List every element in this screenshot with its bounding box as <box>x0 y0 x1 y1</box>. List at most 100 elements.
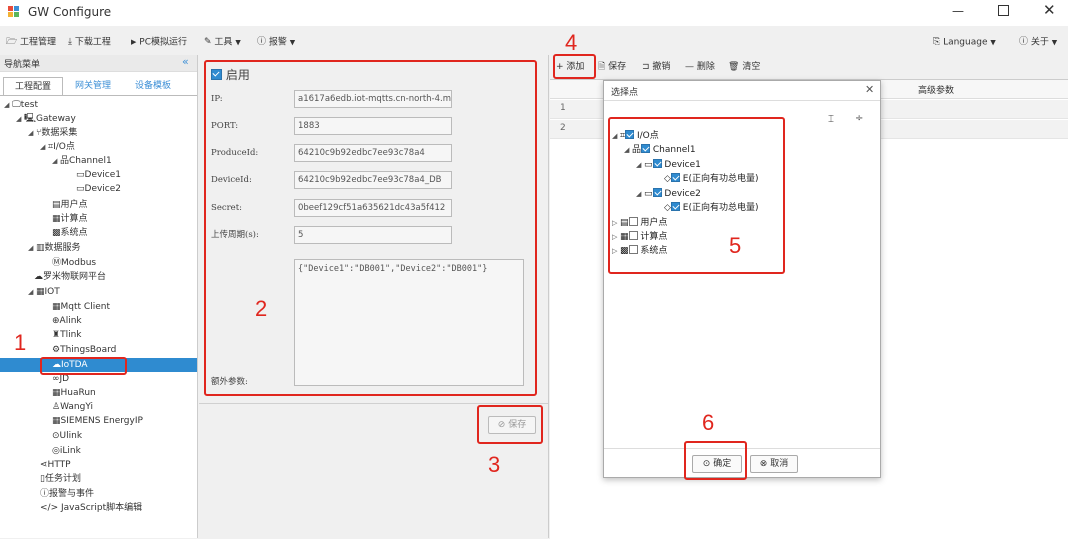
annotation-box-save <box>477 405 543 444</box>
tree-node-tlink[interactable]: ♜Tlink <box>52 328 82 342</box>
tab-device-template[interactable]: 设备模板 <box>123 77 183 95</box>
annotation-box-confirm <box>684 441 747 480</box>
tree-node-siemens[interactable]: ▦SIEMENS EnergyIP <box>52 414 143 428</box>
tree-node-http[interactable]: ⋖HTTP <box>40 458 71 472</box>
nav-panel: 导航菜单 « 工程配置 网关管理 设备模板 ◢ 🖵test ◢ 🖳Gateway ◢… <box>0 55 198 538</box>
grid-icon: ▤ <box>52 200 61 210</box>
nav-title: 导航菜单 <box>4 60 41 70</box>
annotation-number-3: 3 <box>488 452 501 477</box>
expand-icon[interactable]: ◢ <box>52 154 60 168</box>
annotation-box-add <box>553 54 596 79</box>
collapse-icon[interactable]: « <box>182 55 189 68</box>
service-icon: ▥ <box>36 243 45 253</box>
expand-icon[interactable]: ◢ <box>28 285 36 299</box>
code-icon: </> <box>40 503 59 513</box>
annotation-number-6: 6 <box>702 410 715 435</box>
menu-alarm[interactable]: ⓘ 报警 ▼ <box>257 35 295 49</box>
chevron-down-icon: ▼ <box>235 38 241 47</box>
chevron-down-icon: ▼ <box>289 38 296 47</box>
dialog-title: 选择点 <box>611 88 639 98</box>
tree-node-iot[interactable]: ◢ ▦IOT <box>28 285 60 299</box>
annotation-box-iotda <box>40 357 127 375</box>
minimize-icon[interactable]: — <box>952 4 964 18</box>
tree-node-js-editor[interactable]: </> JavaScript脚本编辑 <box>40 501 142 515</box>
close-icon[interactable]: ✕ <box>1043 1 1056 19</box>
title-bar: GW Configure — ✕ <box>0 0 1068 26</box>
server-icon: ▦ <box>52 388 61 398</box>
tree-node-gateway[interactable]: ◢ 🖳Gateway <box>16 112 76 126</box>
collapse-all-icon[interactable]: ÷ <box>855 113 863 124</box>
maximize-icon[interactable] <box>998 5 1009 16</box>
tree-node-alarm-event[interactable]: ⓘ报警与事件 <box>40 487 94 501</box>
language-icon: ⎘ <box>933 37 941 47</box>
tree-node-thingsboard[interactable]: ⚙ThingsBoard <box>52 343 116 357</box>
tree-node-task[interactable]: ▯任务计划 <box>40 472 81 486</box>
chevron-down-icon: ▼ <box>1051 38 1058 47</box>
device-icon: ▭ <box>76 170 85 180</box>
tree-node-modbus[interactable]: ⓂModbus <box>52 256 96 270</box>
tree-node-ilink[interactable]: ◎iLink <box>52 444 81 458</box>
tree-node-calc-points[interactable]: ▦计算点 <box>52 212 88 226</box>
cloud-icon: ☁ <box>34 272 43 282</box>
tree-node-io[interactable]: ◢ ⌗I/O点 <box>40 140 75 154</box>
tree-node-device1[interactable]: ▭Device1 <box>76 168 121 182</box>
device-icon: ▭ <box>76 184 85 194</box>
tab-gateway-manage[interactable]: 网关管理 <box>65 77 121 95</box>
tree-node-huarun[interactable]: ▦HuaRun <box>52 386 96 400</box>
expand-icon[interactable]: ◢ <box>4 98 12 112</box>
menu-pc-run[interactable]: ▶ PC模拟运行 <box>131 35 187 49</box>
play-icon: ▶ <box>131 38 137 46</box>
expand-icon[interactable]: ◢ <box>40 140 48 154</box>
save-icon: 🗎 <box>598 62 606 72</box>
link-icon: ∞ <box>52 374 60 384</box>
toolbar-save-button[interactable]: 🗎 保存 <box>598 60 626 74</box>
nav-header: 导航菜单 « <box>0 55 197 72</box>
tree-node-luomi[interactable]: ☁罗米物联网平台 <box>34 270 106 284</box>
menu-about[interactable]: ⓘ 关于 ▼ <box>1019 35 1057 49</box>
gear-icon: ⚙ <box>52 345 61 355</box>
tree-node-device2[interactable]: ▭Device2 <box>76 182 121 196</box>
tree-node-test[interactable]: ◢ 🖵test <box>4 98 38 112</box>
expand-icon[interactable]: ◢ <box>28 126 36 140</box>
undo-button[interactable]: ⊐ 撤销 <box>642 60 670 74</box>
expand-all-icon[interactable]: ⌶ <box>828 114 834 125</box>
tree-node-collect[interactable]: ◢ ⑂数据采集 <box>28 126 77 140</box>
cancel-circle-icon: ⊗ <box>759 459 768 469</box>
form-divider <box>199 403 548 404</box>
expand-icon[interactable]: ◢ <box>28 241 36 255</box>
undo-icon: ⊐ <box>642 62 650 72</box>
tree-node-user-points[interactable]: ▤用户点 <box>52 198 88 212</box>
menu-tools[interactable]: ✎ 工具 ▼ <box>204 35 241 49</box>
server-icon: ▦ <box>52 302 61 312</box>
user-icon: ♙ <box>52 402 61 412</box>
tree-node-alink[interactable]: ⊕Alink <box>52 314 82 328</box>
tab-underline <box>0 95 197 96</box>
menu-language[interactable]: ⎘ Language ▼ <box>933 35 996 49</box>
annotation-box-tree <box>608 117 785 274</box>
cancel-button[interactable]: ⊗ 取消 <box>750 455 798 473</box>
share-icon: ⋖ <box>40 460 48 470</box>
globe-icon: ⊕ <box>52 316 60 326</box>
tree-node-data-service[interactable]: ◢ ▥数据服务 <box>28 241 81 255</box>
minus-icon: — <box>685 62 694 72</box>
ulink-icon: ⊙ <box>52 431 60 441</box>
tree-node-ulink[interactable]: ⊙Ulink <box>52 429 82 443</box>
tree-node-mqtt[interactable]: ▦Mqtt Client <box>52 300 110 314</box>
menu-bar: 🗁 工程管理 ⤓ 下载工程 ▶ PC模拟运行 ✎ 工具 ▼ ⓘ 报警 ▼ ⎘ L… <box>0 30 1068 54</box>
menu-project[interactable]: 🗁 工程管理 <box>6 35 56 49</box>
close-icon[interactable]: ✕ <box>865 83 874 96</box>
delete-button[interactable]: — 删除 <box>685 60 715 74</box>
expand-icon[interactable]: ◢ <box>16 112 24 126</box>
tab-project-config[interactable]: 工程配置 <box>3 77 63 95</box>
help-icon: ⓘ <box>1019 37 1029 47</box>
column-header-advanced: 高级参数 <box>918 86 955 96</box>
tree-node-sys-points[interactable]: ▩系统点 <box>52 226 88 240</box>
tree-node-wangyi[interactable]: ♙WangYi <box>52 400 93 414</box>
network-icon: 品 <box>60 156 70 166</box>
trash-icon: 🗑 <box>728 62 740 72</box>
menu-download[interactable]: ⤓ 下载工程 <box>68 35 111 49</box>
wrench-icon: ✎ <box>204 37 212 47</box>
clear-button[interactable]: 🗑 清空 <box>728 60 760 74</box>
iot-icon: ▦ <box>36 287 45 297</box>
tree-node-channel1[interactable]: ◢ 品Channel1 <box>52 154 112 168</box>
